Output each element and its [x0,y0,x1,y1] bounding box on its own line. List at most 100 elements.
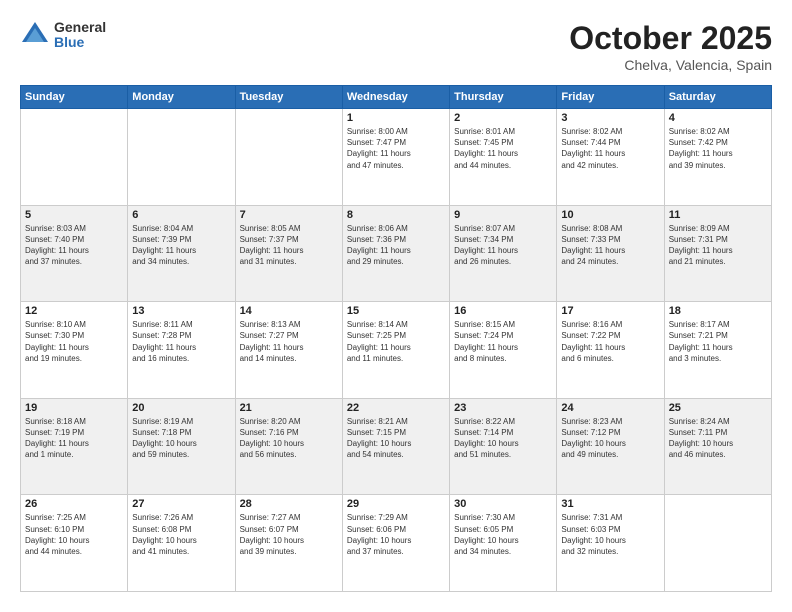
calendar-week-4: 19Sunrise: 8:18 AM Sunset: 7:19 PM Dayli… [21,398,772,495]
day-info: Sunrise: 8:18 AM Sunset: 7:19 PM Dayligh… [25,416,123,461]
calendar-cell: 20 Sunrise: 8:19 AM Sunset: 7:18 PM Dayli… [128,398,235,495]
day-number: 9 [454,209,552,221]
calendar-cell: 23 Sunrise: 8:22 AM Sunset: 7:14 PM Dayli… [450,398,557,495]
day-number: 5 [25,209,123,221]
calendar-cell: 27 Sunrise: 7:26 AM Sunset: 6:08 PM Dayli… [128,495,235,592]
calendar-cell: 18Sunrise: 8:17 AM Sunset: 7:21 PM Dayli… [664,302,771,399]
day-number: 6 [132,209,230,221]
calendar-week-1: 1 Sunrise: 8:00 AM Sunset: 7:47 PM Daylig… [21,109,772,206]
header: General Blue October 2025 Chelva, Valenc… [20,20,772,73]
day-number: 30 [454,498,552,510]
calendar-table: SundayMondayTuesdayWednesdayThursdayFrid… [20,85,772,592]
day-number: 29 [347,498,445,510]
calendar-cell: 13 Sunrise: 8:11 AM Sunset: 7:28 PM Dayli… [128,302,235,399]
day-header-monday: Monday [128,86,235,109]
day-number: 27 [132,498,230,510]
day-header-thursday: Thursday [450,86,557,109]
calendar-cell: 29Sunrise: 7:29 AM Sunset: 6:06 PM Dayli… [342,495,449,592]
calendar-header-row: SundayMondayTuesdayWednesdayThursdayFrid… [21,86,772,109]
calendar-cell: 10 Sunrise: 8:08 AM Sunset: 7:33 PM Dayli… [557,205,664,302]
day-number: 23 [454,402,552,414]
day-number: 17 [561,305,659,317]
day-number: 10 [561,209,659,221]
day-info: Sunrise: 8:10 AM Sunset: 7:30 PM Dayligh… [25,319,123,364]
day-info: Sunrise: 8:14 AM Sunset: 7:25 PM Dayligh… [347,319,445,364]
calendar-cell: 5 Sunrise: 8:03 AM Sunset: 7:40 PM Daylig… [21,205,128,302]
day-info: Sunrise: 8:00 AM Sunset: 7:47 PM Dayligh… [347,126,445,171]
logo-general-text: General [54,20,106,35]
day-number: 18 [669,305,767,317]
calendar-cell: 19Sunrise: 8:18 AM Sunset: 7:19 PM Dayli… [21,398,128,495]
calendar-cell: 16Sunrise: 8:15 AM Sunset: 7:24 PM Dayli… [450,302,557,399]
calendar-cell: 26Sunrise: 7:25 AM Sunset: 6:10 PM Dayli… [21,495,128,592]
day-info: Sunrise: 8:19 AM Sunset: 7:18 PM Dayligh… [132,416,230,461]
calendar-cell: 11 Sunrise: 8:09 AM Sunset: 7:31 PM Dayli… [664,205,771,302]
day-info: Sunrise: 8:23 AM Sunset: 7:12 PM Dayligh… [561,416,659,461]
day-info: Sunrise: 8:24 AM Sunset: 7:11 PM Dayligh… [669,416,767,461]
day-number: 13 [132,305,230,317]
day-number: 24 [561,402,659,414]
day-number: 7 [240,209,338,221]
calendar-cell: 22 Sunrise: 8:21 AM Sunset: 7:15 PM Dayli… [342,398,449,495]
day-number: 2 [454,112,552,124]
logo: General Blue [20,20,106,51]
calendar-cell: 8 Sunrise: 8:06 AM Sunset: 7:36 PM Daylig… [342,205,449,302]
day-info: Sunrise: 8:21 AM Sunset: 7:15 PM Dayligh… [347,416,445,461]
calendar-cell: 15 Sunrise: 8:14 AM Sunset: 7:25 PM Dayli… [342,302,449,399]
day-info: Sunrise: 8:08 AM Sunset: 7:33 PM Dayligh… [561,223,659,268]
day-number: 15 [347,305,445,317]
calendar-cell: 9Sunrise: 8:07 AM Sunset: 7:34 PM Daylig… [450,205,557,302]
day-info: Sunrise: 7:27 AM Sunset: 6:07 PM Dayligh… [240,512,338,557]
day-number: 21 [240,402,338,414]
day-number: 11 [669,209,767,221]
day-info: Sunrise: 8:16 AM Sunset: 7:22 PM Dayligh… [561,319,659,364]
calendar-cell [664,495,771,592]
day-number: 22 [347,402,445,414]
day-number: 12 [25,305,123,317]
calendar-cell [235,109,342,206]
day-number: 20 [132,402,230,414]
calendar-cell: 31 Sunrise: 7:31 AM Sunset: 6:03 PM Dayli… [557,495,664,592]
day-header-friday: Friday [557,86,664,109]
day-header-saturday: Saturday [664,86,771,109]
day-info: Sunrise: 8:22 AM Sunset: 7:14 PM Dayligh… [454,416,552,461]
calendar-cell: 1 Sunrise: 8:00 AM Sunset: 7:47 PM Daylig… [342,109,449,206]
day-info: Sunrise: 7:30 AM Sunset: 6:05 PM Dayligh… [454,512,552,557]
calendar-cell: 4Sunrise: 8:02 AM Sunset: 7:42 PM Daylig… [664,109,771,206]
month-title: October 2025 [569,20,772,57]
calendar-week-2: 5 Sunrise: 8:03 AM Sunset: 7:40 PM Daylig… [21,205,772,302]
calendar-cell [21,109,128,206]
day-number: 1 [347,112,445,124]
calendar-week-5: 26Sunrise: 7:25 AM Sunset: 6:10 PM Dayli… [21,495,772,592]
calendar-cell: 7 Sunrise: 8:05 AM Sunset: 7:37 PM Daylig… [235,205,342,302]
calendar-cell: 12 Sunrise: 8:10 AM Sunset: 7:30 PM Dayli… [21,302,128,399]
day-info: Sunrise: 8:11 AM Sunset: 7:28 PM Dayligh… [132,319,230,364]
calendar-cell [128,109,235,206]
day-info: Sunrise: 8:03 AM Sunset: 7:40 PM Dayligh… [25,223,123,268]
calendar-cell: 6 Sunrise: 8:04 AM Sunset: 7:39 PM Daylig… [128,205,235,302]
day-info: Sunrise: 8:04 AM Sunset: 7:39 PM Dayligh… [132,223,230,268]
day-number: 8 [347,209,445,221]
logo-icon [20,20,50,50]
day-info: Sunrise: 8:06 AM Sunset: 7:36 PM Dayligh… [347,223,445,268]
day-number: 25 [669,402,767,414]
day-number: 28 [240,498,338,510]
day-info: Sunrise: 8:09 AM Sunset: 7:31 PM Dayligh… [669,223,767,268]
logo-text: General Blue [54,20,106,51]
day-header-sunday: Sunday [21,86,128,109]
calendar-cell: 24 Sunrise: 8:23 AM Sunset: 7:12 PM Dayli… [557,398,664,495]
calendar-cell: 25 Sunrise: 8:24 AM Sunset: 7:11 PM Dayli… [664,398,771,495]
day-number: 31 [561,498,659,510]
day-info: Sunrise: 7:26 AM Sunset: 6:08 PM Dayligh… [132,512,230,557]
day-info: Sunrise: 8:20 AM Sunset: 7:16 PM Dayligh… [240,416,338,461]
day-number: 3 [561,112,659,124]
day-header-tuesday: Tuesday [235,86,342,109]
day-info: Sunrise: 8:05 AM Sunset: 7:37 PM Dayligh… [240,223,338,268]
day-info: Sunrise: 8:02 AM Sunset: 7:42 PM Dayligh… [669,126,767,171]
location: Chelva, Valencia, Spain [569,57,772,73]
calendar-cell: 17 Sunrise: 8:16 AM Sunset: 7:22 PM Dayli… [557,302,664,399]
calendar-week-3: 12 Sunrise: 8:10 AM Sunset: 7:30 PM Dayli… [21,302,772,399]
page: General Blue October 2025 Chelva, Valenc… [0,0,792,612]
calendar-cell: 28 Sunrise: 7:27 AM Sunset: 6:07 PM Dayli… [235,495,342,592]
day-info: Sunrise: 7:31 AM Sunset: 6:03 PM Dayligh… [561,512,659,557]
